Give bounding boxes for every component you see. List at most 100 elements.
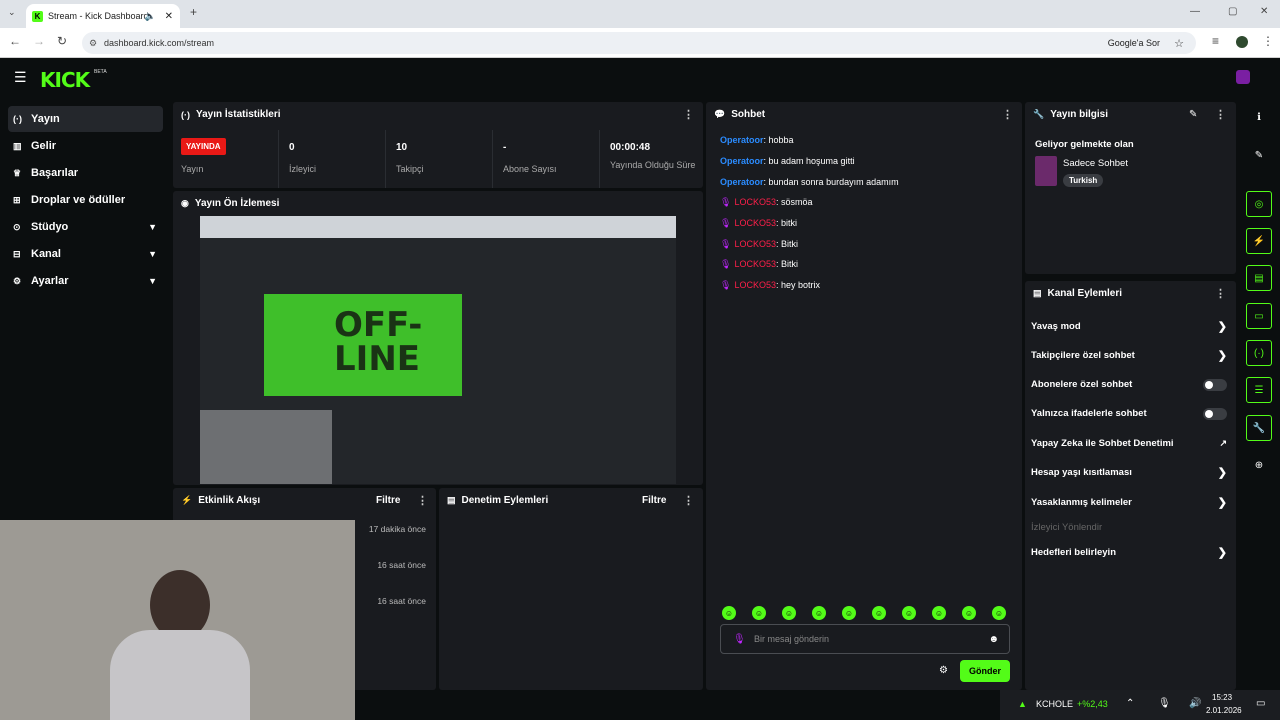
bookmark-star-icon[interactable]: ☆ bbox=[1174, 37, 1184, 50]
more-options-icon[interactable]: ⋮ bbox=[1215, 287, 1226, 300]
stat-value: - bbox=[503, 142, 507, 153]
tab-list-icon[interactable]: ⌄ bbox=[8, 7, 16, 18]
chat-title: Sohbet bbox=[731, 109, 766, 120]
sidebar-item-gelir[interactable]: ▥ Gelir bbox=[8, 133, 163, 159]
emote-icon[interactable]: ☺ bbox=[872, 606, 886, 620]
emote-icon[interactable]: ☺ bbox=[992, 606, 1006, 620]
info-icon[interactable]: ℹ bbox=[1246, 104, 1272, 130]
pencil-icon[interactable]: ✎ bbox=[1246, 142, 1272, 168]
chat-username[interactable]: LOCKO53 bbox=[734, 239, 776, 249]
chat-input[interactable]: 🎙 Bir mesaj gönderin ☻ bbox=[720, 624, 1010, 654]
wrench-icon[interactable]: 🔧 bbox=[1246, 415, 1272, 441]
chat-username[interactable]: Operatoor bbox=[720, 156, 764, 166]
stat-label: Abone Sayısı bbox=[503, 164, 557, 174]
action-label: Yalnızca ifadelerle sohbet bbox=[1031, 408, 1147, 419]
emote-icon[interactable]: ☺ bbox=[722, 606, 736, 620]
send-button[interactable]: Gönder bbox=[960, 660, 1010, 682]
sidebar-item-ayarlar[interactable]: ⚙ Ayarlar ▼ bbox=[8, 268, 163, 294]
clock-date[interactable]: 2.01.2026 bbox=[1206, 706, 1242, 715]
banned-words-action[interactable]: Yasaklanmış kelimeler ❯ bbox=[1031, 497, 1227, 509]
minimize-icon[interactable]: — bbox=[1190, 6, 1200, 17]
google-ask-button[interactable]: Google'a Sor bbox=[1108, 38, 1160, 48]
chat-username[interactable]: LOCKO53 bbox=[734, 197, 776, 207]
chat-settings-icon[interactable]: ⚙ bbox=[939, 665, 948, 676]
more-options-icon[interactable]: ⋮ bbox=[683, 494, 694, 507]
chat-username[interactable]: Operatoor bbox=[720, 135, 764, 145]
microphone-tray-icon[interactable]: 🎙 bbox=[1158, 698, 1171, 709]
hamburger-menu-icon[interactable]: ☰ bbox=[14, 69, 27, 86]
tray-chevron-icon[interactable]: ⌃ bbox=[1126, 698, 1134, 709]
ai-moderation-action[interactable]: Yapay Zeka ile Sohbet Denetimi ↗ bbox=[1031, 438, 1227, 449]
stock-change: +%2,43 bbox=[1077, 699, 1108, 709]
reload-icon[interactable]: ↻ bbox=[57, 34, 67, 48]
notification-icon[interactable]: ▭ bbox=[1256, 698, 1265, 709]
subscribers-only-toggle[interactable] bbox=[1203, 378, 1227, 391]
slow-mode-action[interactable]: Yavaş mod ❯ bbox=[1031, 321, 1227, 333]
user-avatar[interactable] bbox=[1236, 70, 1250, 84]
more-options-icon[interactable]: ⋮ bbox=[683, 108, 694, 121]
category-thumbnail[interactable] bbox=[1035, 156, 1057, 186]
profile-avatar[interactable] bbox=[1236, 36, 1248, 48]
tab-close-icon[interactable]: ✕ bbox=[165, 11, 173, 22]
raid-action: İzleyici Yönlendir bbox=[1031, 522, 1227, 533]
kick-logo[interactable]: KICK bbox=[40, 68, 90, 92]
webcam-thumbnail bbox=[200, 410, 332, 484]
emote-icon[interactable]: ☺ bbox=[782, 606, 796, 620]
more-options-icon[interactable]: ⋮ bbox=[1215, 108, 1226, 121]
stock-ticker[interactable]: KCHOLE bbox=[1036, 699, 1073, 709]
browser-tab-bar: ⌄ K Stream - Kick Dashboard 🔈 ✕ + — ▢ ✕ bbox=[0, 0, 1280, 28]
reading-list-icon[interactable]: ≡ bbox=[1212, 34, 1219, 48]
moderation-filter-button[interactable]: Filtre bbox=[642, 495, 666, 506]
sidebar-item-droplar[interactable]: ⊞ Droplar ve ödüller bbox=[8, 187, 163, 213]
sidebar-item-studyo[interactable]: ⊙ Stüdyo ▼ bbox=[8, 214, 163, 240]
account-age-action[interactable]: Hesap yaşı kısıtlaması ❯ bbox=[1031, 467, 1227, 479]
emote-icon[interactable]: ☺ bbox=[842, 606, 856, 620]
forward-icon[interactable]: → bbox=[33, 34, 45, 48]
camera-icon[interactable]: ◎ bbox=[1246, 191, 1272, 217]
emote-icon[interactable]: ☺ bbox=[902, 606, 916, 620]
new-tab-icon[interactable]: + bbox=[190, 5, 197, 19]
emoji-picker-icon[interactable]: ☻ bbox=[988, 634, 999, 645]
activity-filter-button[interactable]: Filtre bbox=[376, 495, 400, 506]
lightning-icon[interactable]: ⚡ bbox=[1246, 228, 1272, 254]
volume-icon[interactable]: 🔊 bbox=[1189, 698, 1201, 709]
browser-tab[interactable]: K Stream - Kick Dashboard 🔈 ✕ bbox=[26, 4, 180, 28]
chat-username[interactable]: LOCKO53 bbox=[734, 259, 776, 269]
add-widget-icon[interactable]: ⊕ bbox=[1246, 452, 1272, 478]
broadcast-icon[interactable]: (·) bbox=[1246, 340, 1272, 366]
emote-icon[interactable]: ☺ bbox=[812, 606, 826, 620]
window-close-icon[interactable]: ✕ bbox=[1260, 6, 1268, 17]
back-icon[interactable]: ← bbox=[9, 34, 21, 48]
site-info-icon[interactable]: ⚙ bbox=[89, 38, 97, 49]
more-options-icon[interactable]: ⋮ bbox=[417, 494, 428, 507]
clock-time[interactable]: 15:23 bbox=[1212, 693, 1232, 702]
maximize-icon[interactable]: ▢ bbox=[1228, 6, 1237, 17]
emote-icon[interactable]: ☺ bbox=[752, 606, 766, 620]
audio-icon[interactable]: 🔈 bbox=[145, 11, 156, 22]
chat-username[interactable]: LOCKO53 bbox=[734, 218, 776, 228]
more-options-icon[interactable]: ⋮ bbox=[1002, 108, 1013, 121]
stat-value: 00:00:48 bbox=[610, 142, 651, 153]
chat-username[interactable]: Operatoor bbox=[720, 177, 764, 187]
sidebar-item-kanal[interactable]: ⊟ Kanal ▼ bbox=[8, 241, 163, 267]
chat-icon[interactable]: ▭ bbox=[1246, 303, 1272, 329]
stream-preview-video[interactable]: OFF- LINE bbox=[200, 216, 676, 484]
streamer-body bbox=[110, 630, 250, 720]
layout-icon[interactable]: ☰ bbox=[1246, 377, 1272, 403]
category-name[interactable]: Sadece Sohbet bbox=[1063, 158, 1128, 169]
browser-menu-icon[interactable]: ⋮ bbox=[1262, 34, 1274, 48]
chat-username[interactable]: LOCKO53 bbox=[734, 280, 776, 290]
preview-icon: ◉ bbox=[181, 198, 189, 208]
url-bar[interactable]: ⚙ dashboard.kick.com/stream Google'a Sor… bbox=[82, 32, 1196, 54]
emote-icon[interactable]: ☺ bbox=[962, 606, 976, 620]
sidebar-item-basarilar[interactable]: ♕ Başarılar bbox=[8, 160, 163, 186]
event-time: 17 dakika önce bbox=[368, 524, 426, 534]
edit-icon[interactable]: ✎ bbox=[1189, 109, 1197, 120]
sidebar-item-yayin[interactable]: (·) Yayın bbox=[8, 106, 163, 132]
moderation-title: Denetim Eylemleri bbox=[461, 495, 549, 506]
document-icon[interactable]: ▤ bbox=[1246, 265, 1272, 291]
set-goals-action[interactable]: Hedefleri belirleyin ❯ bbox=[1031, 547, 1227, 559]
emote-icon[interactable]: ☺ bbox=[932, 606, 946, 620]
emotes-only-toggle[interactable] bbox=[1203, 407, 1227, 420]
followers-only-action[interactable]: Takipçilere özel sohbet ❯ bbox=[1031, 350, 1227, 362]
